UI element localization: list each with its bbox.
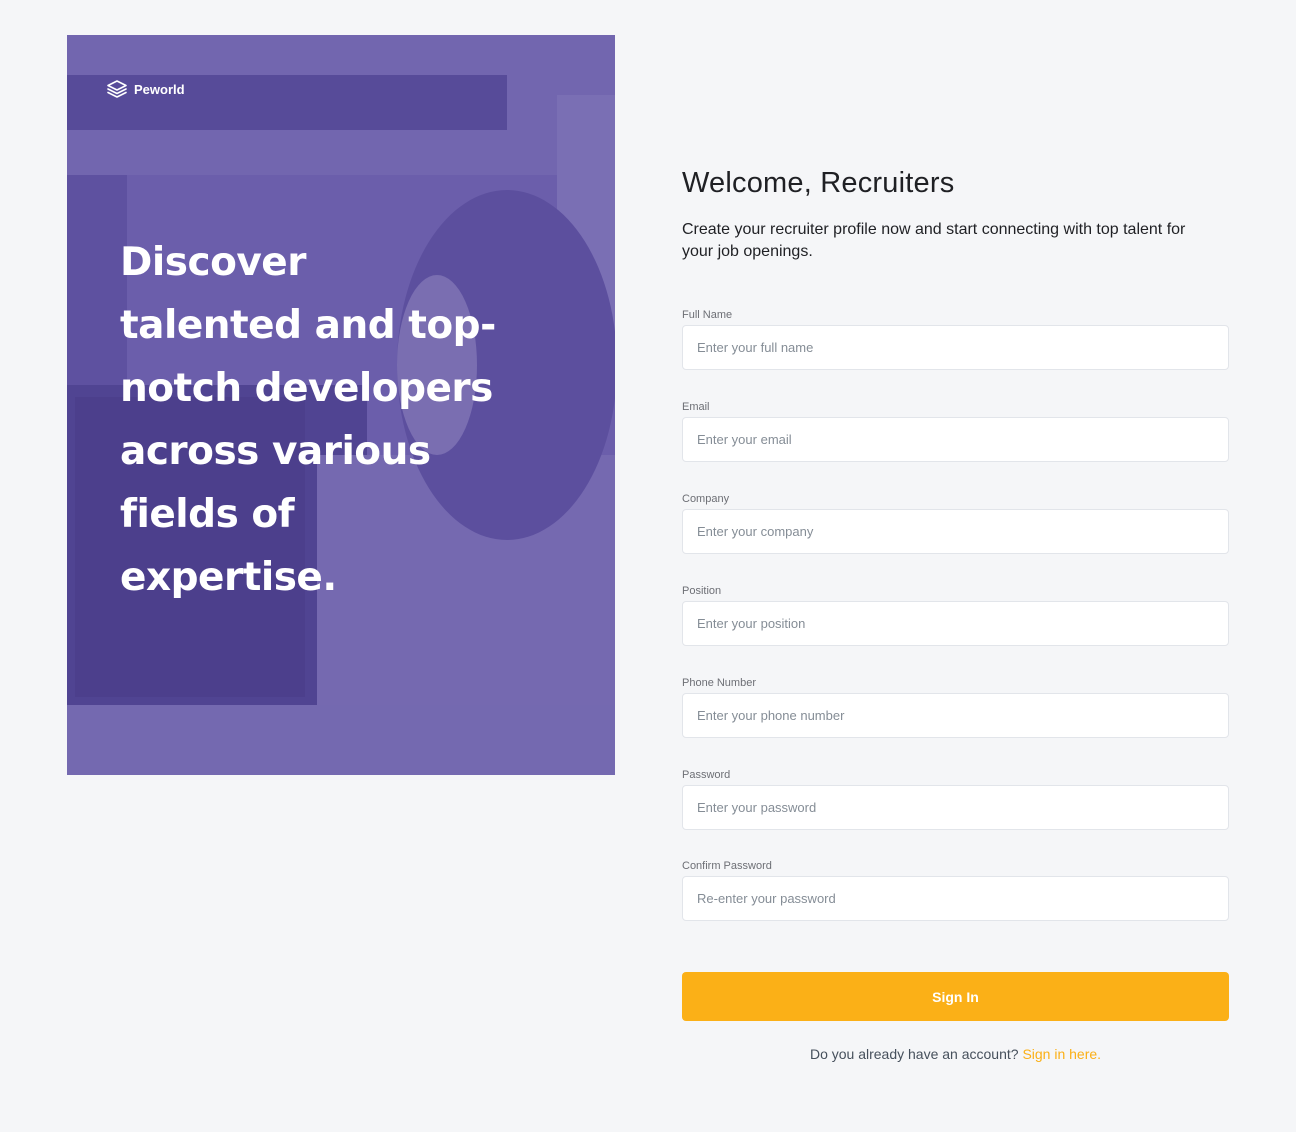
hero-panel: Peworld Discover talented and top-notch … (67, 35, 615, 775)
confirm-password-field: Confirm Password (682, 859, 1229, 921)
company-label: Company (682, 493, 730, 505)
confirm-password-label: Confirm Password (682, 860, 772, 872)
position-input[interactable] (682, 601, 1229, 646)
registration-form: Welcome, Recruiters Create your recruite… (682, 160, 1229, 1062)
company-input[interactable] (682, 509, 1229, 554)
confirm-password-input[interactable] (682, 876, 1229, 921)
email-input[interactable] (682, 417, 1229, 462)
password-field: Password (682, 768, 1229, 830)
brand-name: Peworld (134, 81, 185, 97)
phone-number-label: Phone Number (682, 677, 756, 689)
page-subtitle: Create your recruiter profile now and st… (682, 221, 1186, 260)
phone-number-field: Phone Number (682, 676, 1229, 738)
login-prompt: Do you already have an account? Sign in … (682, 1046, 1229, 1062)
sign-in-button[interactable]: Sign In (682, 972, 1229, 1021)
email-field: Email (682, 400, 1229, 462)
full-name-field: Full Name (682, 308, 1229, 370)
full-name-input[interactable] (682, 325, 1229, 370)
password-input[interactable] (682, 785, 1229, 830)
email-label: Email (682, 401, 710, 413)
page-title: Welcome, Recruiters (682, 167, 955, 199)
sign-in-link[interactable]: Sign in here. (1022, 1046, 1101, 1062)
full-name-label: Full Name (682, 309, 733, 321)
phone-number-input[interactable] (682, 693, 1229, 738)
login-prompt-text: Do you already have an account? (809, 1046, 1019, 1062)
password-label: Password (682, 769, 731, 781)
position-field: Position (682, 584, 1229, 646)
layers-icon (106, 79, 128, 99)
position-label: Position (682, 585, 722, 597)
company-field: Company (682, 492, 1229, 554)
hero-heading: Discover talented and top-notch develope… (120, 240, 496, 600)
brand-logo: Peworld (106, 79, 185, 99)
